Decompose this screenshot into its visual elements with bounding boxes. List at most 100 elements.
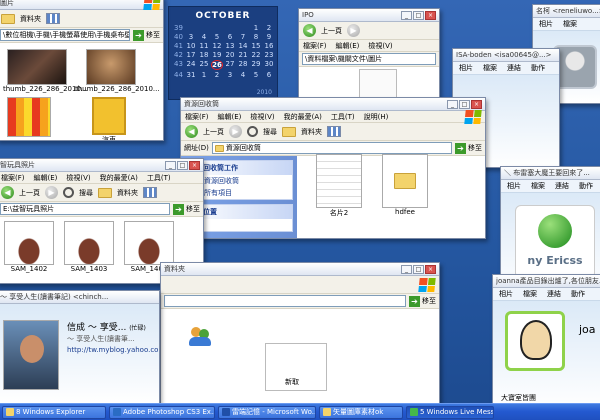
images-explorer-window[interactable]: 圖片 資料夾 \數位相機\手機\手機螢幕使用\手機桌布壁紙 ➔ 移至 thumb_… <box>0 0 164 141</box>
thumbnail-item[interactable]: thumb_226_286_2010... <box>75 49 160 93</box>
folder-icon[interactable] <box>282 126 296 137</box>
menu-files[interactable]: 檔案 <box>531 181 545 191</box>
file-item[interactable]: 名片2 <box>313 154 365 218</box>
maximize-button[interactable]: □ <box>413 10 424 20</box>
calendar-day[interactable]: 21 <box>237 51 249 59</box>
title-bar[interactable]: IPO _ □ × <box>299 9 439 22</box>
menu-photos[interactable]: 相片 <box>499 289 513 299</box>
menu-view[interactable]: 檢視(V) <box>66 173 90 183</box>
taskbar-button-word[interactable]: 雷端記憶 - Microsoft Wo... <box>218 405 316 419</box>
back-icon[interactable]: ◀ <box>303 24 316 37</box>
calendar-gadget[interactable]: OCTOBER 39 1 2 40 3 4 5 6 7 8 9 41 10 11 12 13 14 15 16 42 1… <box>168 6 278 100</box>
calendar-day[interactable]: 10 <box>185 42 197 50</box>
taskbar-button-photoshop[interactable]: Adobe Photoshop CS3 Ex... <box>109 405 215 419</box>
close-button[interactable]: × <box>425 264 436 274</box>
calendar-day[interactable]: 16 <box>263 42 275 50</box>
folders-button[interactable]: 資料夾 <box>20 14 41 24</box>
taskbar-button-explorer[interactable]: 8 Windows Explorer <box>2 405 106 419</box>
close-button[interactable]: × <box>189 160 200 170</box>
thumbnail-item[interactable]: 汽車 <box>89 97 129 140</box>
menu-favorites[interactable]: 我的最愛(A) <box>284 112 322 122</box>
calendar-day[interactable]: 19 <box>211 51 223 59</box>
minimize-button[interactable]: _ <box>401 10 412 20</box>
menu-files[interactable]: 檔案 <box>523 289 537 299</box>
search-button[interactable]: 搜尋 <box>79 188 93 198</box>
go-button[interactable]: ➔ 移至 <box>455 142 482 154</box>
menu-file[interactable]: 檔案(F) <box>303 41 327 51</box>
menu-photos[interactable]: 相片 <box>539 19 553 29</box>
go-button[interactable]: ➔ 移至 <box>409 295 436 307</box>
menu-edit[interactable]: 編輯(E) <box>34 173 58 183</box>
calendar-day[interactable]: 14 <box>237 42 249 50</box>
view-menu-button[interactable] <box>143 187 157 198</box>
address-input[interactable]: 資源回收筒 <box>211 142 452 154</box>
calendar-day[interactable] <box>185 24 197 32</box>
menu-file[interactable]: 檔案(F) <box>1 173 25 183</box>
menu-edit[interactable]: 編輯(E) <box>218 112 242 122</box>
search-icon[interactable] <box>63 187 74 198</box>
calendar-day[interactable]: 5 <box>250 71 262 79</box>
calendar-day[interactable]: 11 <box>198 42 210 50</box>
calendar-day[interactable]: 15 <box>250 42 262 50</box>
calendar-day[interactable]: 17 <box>185 51 197 59</box>
contact-blog-link[interactable]: http://tw.myblog.yahoo.co... <box>67 346 159 354</box>
folders-button[interactable]: 資料夾 <box>301 127 322 137</box>
calendar-day[interactable] <box>237 24 249 32</box>
contacts-icon[interactable] <box>189 325 213 347</box>
menu-tools[interactable]: 工具(T) <box>331 112 355 122</box>
calendar-day[interactable]: 18 <box>198 51 210 59</box>
forward-icon[interactable]: ▶ <box>45 186 58 199</box>
menu-view[interactable]: 檢視(V) <box>250 112 274 122</box>
maximize-button[interactable]: □ <box>177 160 188 170</box>
menu-photos[interactable]: 相片 <box>507 181 521 191</box>
title-bar[interactable]: ＼ 布雷塞大魔王要回來了... <box>501 167 600 180</box>
calendar-day[interactable]: 22 <box>250 51 262 59</box>
back-icon[interactable]: ◀ <box>185 125 198 138</box>
maximize-button[interactable]: □ <box>413 264 424 274</box>
calendar-day[interactable]: 20 <box>224 51 236 59</box>
calendar-day[interactable]: 12 <box>211 42 223 50</box>
calendar-day[interactable]: 9 <box>263 33 275 41</box>
thumbnail-item[interactable] <box>7 97 53 137</box>
forward-icon[interactable]: ▶ <box>229 125 242 138</box>
folder-window-bottom[interactable]: 資料夾 _ □ × ➔ 移至 新取 <box>160 262 440 412</box>
title-bar[interactable]: 資料夾 _ □ × <box>161 263 439 276</box>
go-button[interactable]: ➔ 移至 <box>133 29 160 41</box>
calendar-day[interactable]: 1 <box>250 24 262 32</box>
file-item[interactable]: hdfee <box>379 154 431 216</box>
back-button[interactable]: 上一頁 <box>203 127 224 137</box>
address-input[interactable]: \資料檔案\機關文件\圖片 <box>302 53 436 65</box>
folder-icon[interactable] <box>1 13 15 24</box>
calendar-day[interactable]: 27 <box>224 60 236 70</box>
ipo-explorer-window[interactable]: IPO _ □ × ◀ 上一頁 ▶ 檔案(F) 編輯(E) 檢視(V) \資料檔案\… <box>298 8 440 108</box>
minimize-button[interactable]: _ <box>165 160 176 170</box>
calendar-day[interactable]: 3 <box>185 33 197 41</box>
calendar-day[interactable]: 25 <box>198 60 210 70</box>
close-button[interactable]: × <box>471 99 482 109</box>
view-menu-button[interactable] <box>327 126 341 137</box>
menu-links[interactable]: 連結 <box>555 181 569 191</box>
menu-help[interactable]: 說明(H) <box>364 112 389 122</box>
taskbar-button-folder[interactable]: 矢量圖庫素材ok <box>319 405 403 419</box>
search-icon[interactable] <box>247 126 258 137</box>
calendar-day[interactable]: 31 <box>185 71 197 79</box>
maximize-button[interactable]: □ <box>459 99 470 109</box>
calendar-day[interactable]: 1 <box>198 71 210 79</box>
calendar-day[interactable]: 6 <box>224 33 236 41</box>
calendar-day[interactable]: 2 <box>263 24 275 32</box>
folders-button[interactable]: 資料夾 <box>117 188 138 198</box>
calendar-day[interactable]: 8 <box>250 33 262 41</box>
address-input[interactable]: \數位相機\手機\手機螢幕使用\手機桌布壁紙 <box>0 29 130 41</box>
calendar-day[interactable]: 30 <box>263 60 275 70</box>
address-input[interactable]: E:\益智玩具照片 <box>0 203 170 215</box>
thumbnail-item[interactable]: thumb_226_286_2010... <box>3 49 88 93</box>
menu-edit[interactable]: 編輯(E) <box>336 41 360 51</box>
calendar-day[interactable]: 6 <box>263 71 275 79</box>
search-button[interactable]: 搜尋 <box>263 127 277 137</box>
menu-photos[interactable]: 相片 <box>459 63 473 73</box>
folder-icon[interactable] <box>98 187 112 198</box>
calendar-day[interactable]: 2 <box>211 71 223 79</box>
minimize-button[interactable]: _ <box>401 264 412 274</box>
menu-tools[interactable]: 工具(T) <box>147 173 171 183</box>
forward-icon[interactable]: ▶ <box>347 24 360 37</box>
